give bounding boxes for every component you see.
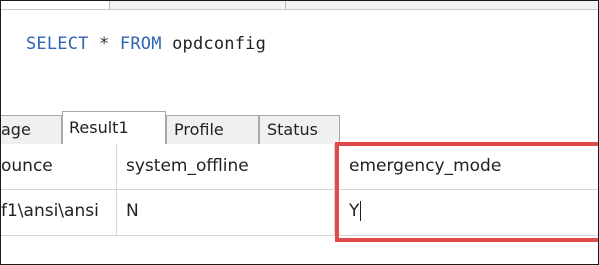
cell-system-offline[interactable]: N [117,189,335,235]
tab-message[interactable]: age [1,115,62,145]
tab-result1[interactable]: Result1 [62,111,166,145]
sql-star: * [99,34,110,54]
editor-tab[interactable] [1,1,110,9]
result-tab-bar: age Result1 Profile Status [1,92,598,145]
tab-status[interactable]: Status [259,115,340,145]
screenshot-frame: SELECT * FROM opdconfig age Result1 Prof… [0,0,599,265]
sql-table-name: opdconfig [172,34,267,54]
cell-emergency-mode[interactable]: Y [335,189,598,235]
grid-header-row: ounce system_offline emergency_mode [1,144,598,190]
tab-profile[interactable]: Profile [166,115,259,145]
sql-query-line[interactable]: SELECT * FROM opdconfig [26,34,266,54]
sql-keyword-from: FROM [119,34,162,54]
column-header-source[interactable]: ounce [1,144,117,189]
editor-tab-strip [1,1,598,10]
table-row: f1\ansi\ansi N Y [1,189,598,236]
tab-divider [285,1,286,9]
result-grid: ounce system_offline emergency_mode f1\a… [1,144,598,264]
cell-source[interactable]: f1\ansi\ansi [1,189,117,235]
sql-keyword-select: SELECT [26,34,89,54]
cell-emergency-mode-value: Y [349,201,360,221]
column-header-emergency-mode[interactable]: emergency_mode [335,144,598,189]
text-cursor [360,201,362,221]
sql-editor[interactable]: SELECT * FROM opdconfig [1,10,598,92]
column-header-system-offline[interactable]: system_offline [117,144,335,189]
